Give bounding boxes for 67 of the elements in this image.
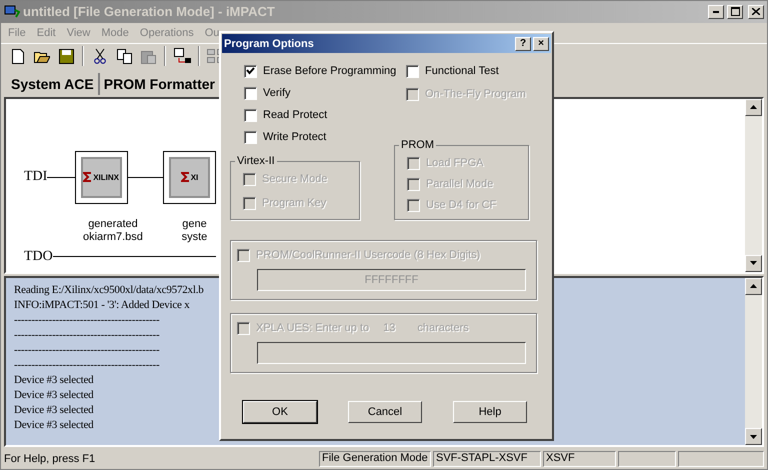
log-line: Reading E:/Xilinx/xc9500xl/data/xc9572xl.b <box>14 282 205 298</box>
checkbox[interactable]: Read Protect <box>244 107 406 123</box>
scroll-down-icon[interactable] <box>750 261 757 266</box>
maximize-button[interactable] <box>727 4 743 19</box>
scroll-up-icon[interactable] <box>750 284 757 288</box>
copy-icon <box>116 48 132 64</box>
window-title: untitled [File Generation Mode] - iMPACT <box>23 4 276 20</box>
log-line: Device #3 selected <box>14 418 94 433</box>
log-line: ------------------------------------------ <box>14 312 160 328</box>
help-button[interactable]: ? <box>515 36 531 50</box>
clipboard-icon <box>140 48 156 64</box>
status-pane <box>618 451 676 468</box>
check-mark-icon <box>246 67 255 75</box>
menu-item[interactable]: Operations <box>136 26 201 39</box>
tdo-label: TDO <box>24 248 53 265</box>
minimize-icon <box>713 10 719 13</box>
sigma-logo-icon <box>83 172 92 182</box>
status-text: For Help, press F1 <box>4 453 96 466</box>
chip-icon[interactable]: XI <box>163 150 216 204</box>
menu-item[interactable]: View <box>62 26 98 39</box>
tdi-label: TDI <box>24 169 48 186</box>
checkbox[interactable]: Verify <box>244 85 406 101</box>
log-line: Device #3 selected <box>14 372 94 388</box>
log-line: Device #3 selected <box>14 388 94 403</box>
menu-item[interactable]: Edit <box>32 26 63 39</box>
log-line: ------------------------------------------ <box>14 358 160 373</box>
dialog-button[interactable]: OK <box>243 401 317 423</box>
close-button[interactable]: × <box>533 36 549 50</box>
device-label: okiarm7.bsd <box>83 230 143 244</box>
app-icon <box>4 4 20 20</box>
field-value: FFFFFFFF <box>364 274 418 286</box>
minimize-button[interactable] <box>708 4 724 19</box>
device-label: gene <box>182 218 207 231</box>
group-title: PROM <box>400 139 435 151</box>
close-button[interactable] <box>748 4 764 19</box>
program-device-icon <box>174 48 190 64</box>
dialog-button[interactable]: Help <box>453 401 527 423</box>
dialog-title: Program Options <box>224 38 315 50</box>
close-icon <box>752 8 760 16</box>
chip-logo: XILINX <box>93 172 119 182</box>
sigma-logo-icon <box>180 172 190 182</box>
log-line: Device #3 selected <box>14 402 94 418</box>
chip-logo: XI <box>190 172 198 182</box>
scissors-icon <box>94 48 106 64</box>
checkbox[interactable]: Functional Test <box>406 63 542 79</box>
scrollbar[interactable] <box>745 98 762 272</box>
device-label: generated <box>88 218 138 231</box>
log-line: INFO:iMPACT:501 - '3': Added Device x <box>14 298 191 313</box>
status-pane: SVF-STAPL-XSVF <box>433 451 541 468</box>
scroll-down-icon[interactable] <box>750 434 757 439</box>
xpla-ues-field[interactable] <box>257 342 526 364</box>
new-file-icon <box>12 48 24 64</box>
menu-item[interactable]: File <box>4 26 33 39</box>
menu-item[interactable]: Mode <box>97 26 136 39</box>
folder-icon <box>34 49 50 64</box>
scrollbar[interactable] <box>745 278 762 446</box>
dialog-button[interactable]: Cancel <box>348 401 422 423</box>
chip-icon[interactable]: XILINX <box>74 150 128 204</box>
device-label: syste <box>182 230 208 244</box>
log-line: ------------------------------------------ <box>14 342 160 358</box>
status-pane: XSVF <box>543 451 616 468</box>
group-title: Virtex-II <box>236 155 276 167</box>
scroll-up-icon[interactable] <box>750 105 757 110</box>
checkbox[interactable]: Erase Before Programming <box>244 63 406 79</box>
log-line: ------------------------------------------ <box>14 328 160 343</box>
maximize-icon <box>730 7 740 16</box>
status-pane: File Generation Mode <box>319 451 431 468</box>
